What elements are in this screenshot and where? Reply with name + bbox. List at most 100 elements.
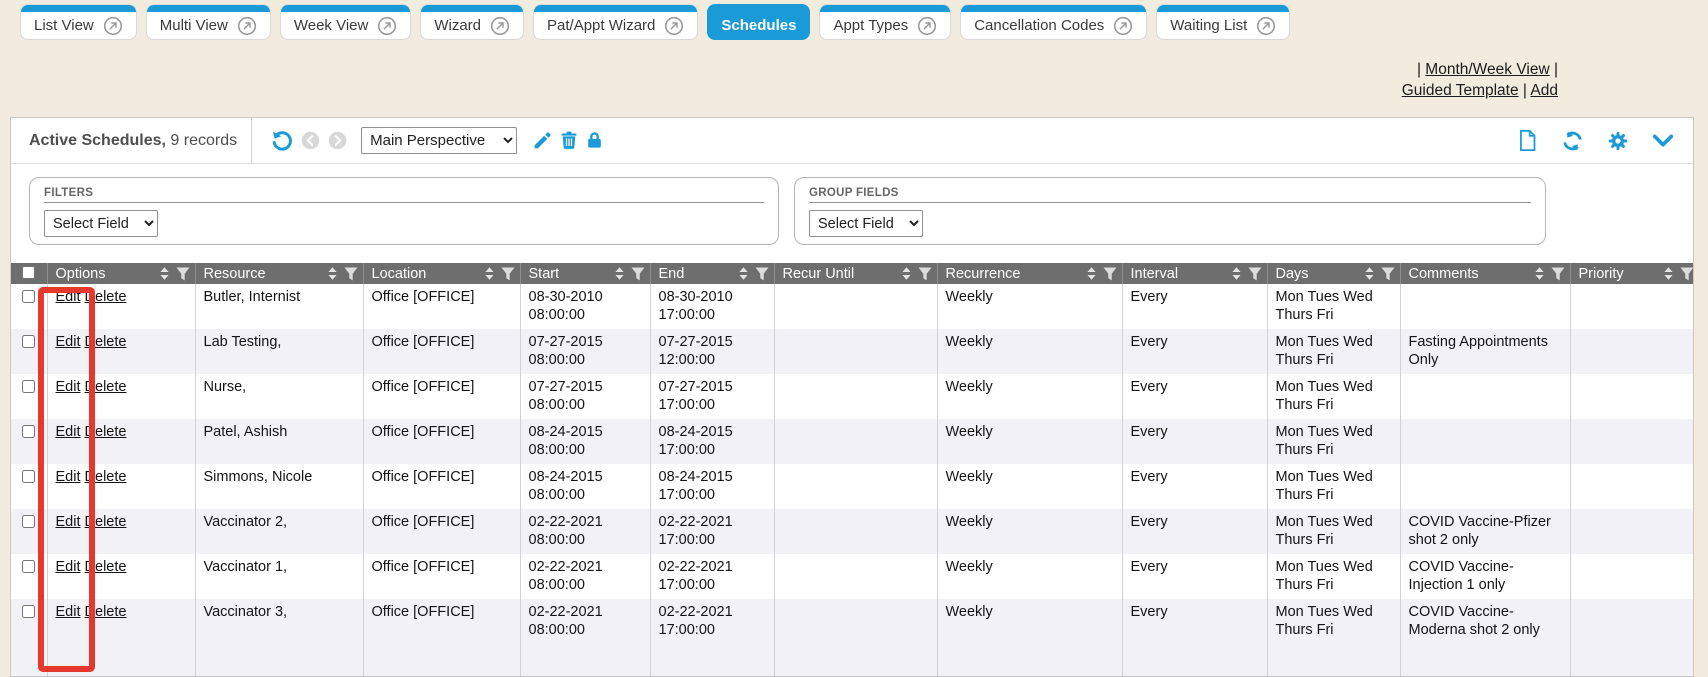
edit-link[interactable]: Edit xyxy=(56,469,81,485)
column-header-days[interactable]: Days xyxy=(1267,263,1400,284)
tab-waiting-list[interactable]: Waiting List xyxy=(1156,4,1290,40)
column-header-options[interactable]: Options xyxy=(47,263,195,284)
column-header-priority[interactable]: Priority xyxy=(1570,263,1694,284)
column-header-start[interactable]: Start xyxy=(520,263,650,284)
help-icon[interactable] xyxy=(1256,16,1276,36)
delete-trash-icon[interactable] xyxy=(559,130,579,151)
new-document-icon[interactable] xyxy=(1517,129,1538,152)
row-checkbox[interactable] xyxy=(22,335,35,348)
tab-accent-strip xyxy=(1157,5,1289,12)
column-label: Options xyxy=(56,266,106,282)
filter-icon[interactable] xyxy=(1103,267,1117,281)
edit-pencil-icon[interactable] xyxy=(532,130,553,151)
column-header-interval[interactable]: Interval xyxy=(1122,263,1267,284)
undo-icon[interactable] xyxy=(270,129,294,153)
help-icon[interactable] xyxy=(103,16,123,36)
column-header-recur-until[interactable]: Recur Until xyxy=(774,263,937,284)
row-checkbox[interactable] xyxy=(22,560,35,573)
tab-list-view[interactable]: List View xyxy=(20,4,137,40)
edit-link[interactable]: Edit xyxy=(56,559,81,575)
tab-week-view[interactable]: Week View xyxy=(280,4,411,40)
edit-link[interactable]: Edit xyxy=(56,424,81,440)
nav-forward-icon[interactable] xyxy=(327,130,348,151)
tab-multi-view[interactable]: Multi View xyxy=(146,4,271,40)
edit-link[interactable]: Edit xyxy=(56,604,81,620)
filter-icon[interactable] xyxy=(1680,267,1694,281)
sort-icon[interactable] xyxy=(1664,267,1673,280)
sort-icon[interactable] xyxy=(615,267,624,280)
active-schedules-panel: Active Schedules, 9 records Main Perspec… xyxy=(10,117,1694,677)
column-header-end[interactable]: End xyxy=(650,263,774,284)
filter-icon[interactable] xyxy=(1551,267,1565,281)
group-fields-select-field[interactable]: Select Field xyxy=(809,210,923,237)
filter-icon[interactable] xyxy=(918,267,932,281)
column-header-comments[interactable]: Comments xyxy=(1400,263,1570,284)
nav-back-icon[interactable] xyxy=(300,130,321,151)
column-header-resource[interactable]: Resource xyxy=(195,263,363,284)
edit-link[interactable]: Edit xyxy=(56,514,81,530)
delete-link[interactable]: Delete xyxy=(85,334,127,350)
lock-icon[interactable] xyxy=(585,130,604,151)
tab-appt-types[interactable]: Appt Types xyxy=(819,4,951,40)
column-header-recurrence[interactable]: Recurrence xyxy=(937,263,1122,284)
perspective-select[interactable]: Main Perspective xyxy=(361,127,517,154)
delete-link[interactable]: Delete xyxy=(85,559,127,575)
row-checkbox[interactable] xyxy=(22,380,35,393)
delete-link[interactable]: Delete xyxy=(85,514,127,530)
filter-icon[interactable] xyxy=(1381,267,1395,281)
filter-icon[interactable] xyxy=(1248,267,1262,281)
guided-template-link[interactable]: Guided Template xyxy=(1402,82,1519,99)
collapse-chevron-icon[interactable] xyxy=(1652,133,1674,149)
refresh-icon[interactable] xyxy=(1561,130,1584,152)
sort-icon[interactable] xyxy=(485,267,494,280)
tab-bar: List ViewMulti ViewWeek ViewWizardPat/Ap… xyxy=(20,4,1290,40)
sort-icon[interactable] xyxy=(902,267,911,280)
help-icon[interactable] xyxy=(1113,16,1133,36)
month-week-view-link[interactable]: Month/Week View xyxy=(1425,61,1549,78)
filter-icon[interactable] xyxy=(755,267,769,281)
cell-start: 08-24-201508:00:00 xyxy=(520,419,650,464)
sort-icon[interactable] xyxy=(160,267,169,280)
select-all-checkbox[interactable] xyxy=(22,266,35,279)
sort-icon[interactable] xyxy=(328,267,337,280)
help-icon[interactable] xyxy=(237,16,257,36)
column-header-location[interactable]: Location xyxy=(363,263,520,284)
edit-link[interactable]: Edit xyxy=(56,289,81,305)
sort-icon[interactable] xyxy=(1365,267,1374,280)
sort-icon[interactable] xyxy=(1232,267,1241,280)
row-checkbox[interactable] xyxy=(22,290,35,303)
row-checkbox[interactable] xyxy=(22,605,35,618)
help-icon[interactable] xyxy=(917,16,937,36)
filter-icon[interactable] xyxy=(176,267,190,281)
row-checkbox[interactable] xyxy=(22,425,35,438)
tab-cancellation-codes[interactable]: Cancellation Codes xyxy=(960,4,1147,40)
delete-link[interactable]: Delete xyxy=(85,379,127,395)
row-checkbox[interactable] xyxy=(22,515,35,528)
delete-link[interactable]: Delete xyxy=(85,289,127,305)
edit-link[interactable]: Edit xyxy=(56,334,81,350)
filter-icon[interactable] xyxy=(344,267,358,281)
help-icon[interactable] xyxy=(490,16,510,36)
cell-resource: Vaccinator 3, xyxy=(195,599,363,677)
sort-icon[interactable] xyxy=(1535,267,1544,280)
sort-icon[interactable] xyxy=(1087,267,1096,280)
tab-pat-appt-wizard[interactable]: Pat/Appt Wizard xyxy=(533,4,698,40)
tab-accent-strip xyxy=(534,5,697,12)
delete-link[interactable]: Delete xyxy=(85,604,127,620)
delete-link[interactable]: Delete xyxy=(85,469,127,485)
add-link[interactable]: Add xyxy=(1530,82,1558,99)
filter-icon[interactable] xyxy=(501,267,515,281)
edit-link[interactable]: Edit xyxy=(56,379,81,395)
tab-schedules[interactable]: Schedules xyxy=(707,4,810,40)
delete-link[interactable]: Delete xyxy=(85,424,127,440)
filter-icon[interactable] xyxy=(631,267,645,281)
filter-section: FILTERS Select Field GROUP FIELDS Select… xyxy=(11,164,1693,245)
tab-wizard[interactable]: Wizard xyxy=(420,4,524,40)
row-checkbox[interactable] xyxy=(22,470,35,483)
cell-select xyxy=(11,509,47,554)
help-icon[interactable] xyxy=(664,16,684,36)
settings-gear-icon[interactable] xyxy=(1607,130,1629,152)
help-icon[interactable] xyxy=(377,16,397,36)
sort-icon[interactable] xyxy=(739,267,748,280)
filters-select-field[interactable]: Select Field xyxy=(44,210,158,237)
